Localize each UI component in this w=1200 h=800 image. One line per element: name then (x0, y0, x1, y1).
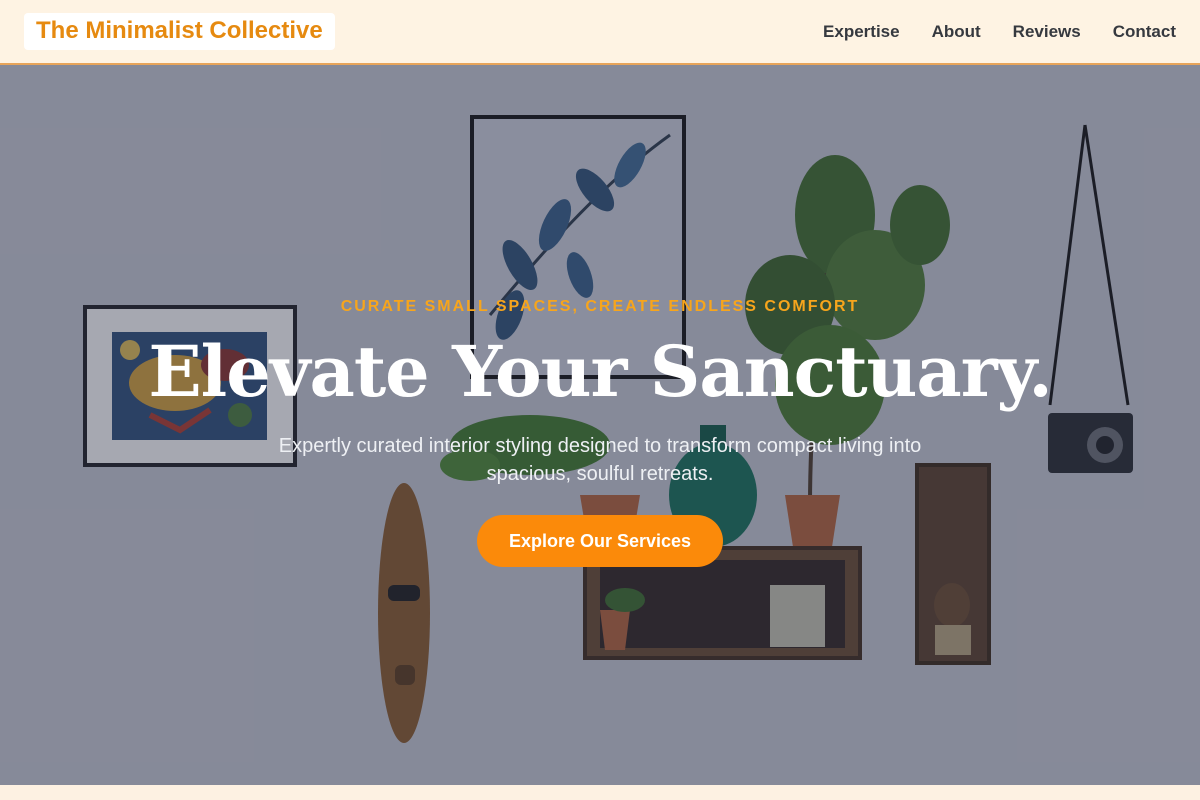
hero-content: CURATE SMALL SPACES, CREATE ENDLESS COMF… (0, 65, 1200, 785)
section-divider (0, 785, 1200, 800)
hero-section: CURATE SMALL SPACES, CREATE ENDLESS COMF… (0, 65, 1200, 785)
explore-services-button[interactable]: Explore Our Services (477, 515, 723, 567)
nav-link-reviews[interactable]: Reviews (1013, 22, 1081, 42)
nav-link-expertise[interactable]: Expertise (823, 22, 900, 42)
nav-link-contact[interactable]: Contact (1113, 22, 1176, 42)
hero-title: Elevate Your Sanctuary. (148, 330, 1052, 413)
nav-link-about[interactable]: About (932, 22, 981, 42)
top-navbar: The Minimalist Collective Expertise Abou… (0, 0, 1200, 65)
brand-logo[interactable]: The Minimalist Collective (24, 13, 335, 50)
hero-subtitle: Expertly curated interior styling design… (278, 435, 922, 485)
hero-eyebrow: CURATE SMALL SPACES, CREATE ENDLESS COMF… (340, 298, 860, 315)
nav-links: Expertise About Reviews Contact (823, 22, 1176, 42)
